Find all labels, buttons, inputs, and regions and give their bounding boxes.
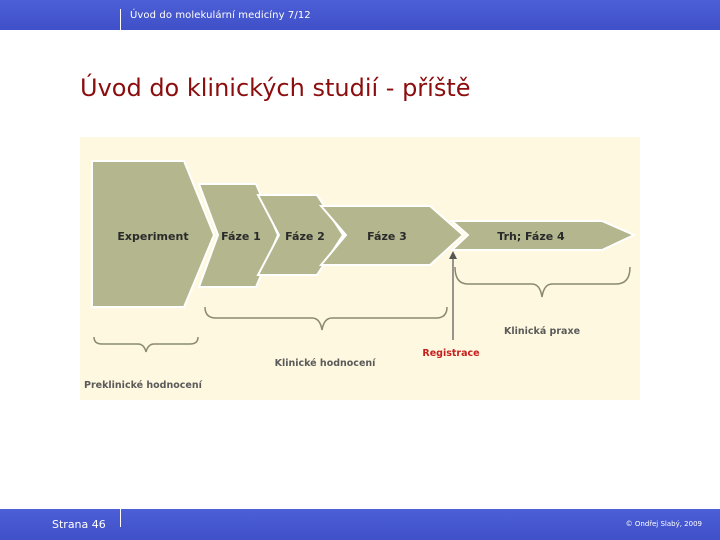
label-preclinical: Preklinické hodnocení bbox=[84, 380, 203, 391]
page-number: Strana 46 bbox=[52, 518, 106, 531]
diagram-canvas: Experiment Fáze 1 Fáze 2 Fáze 3 Trh; Fáz… bbox=[84, 160, 637, 391]
header-divider bbox=[120, 9, 121, 30]
stage-label-faze2: Fáze 2 bbox=[285, 230, 325, 243]
stage-label-experiment: Experiment bbox=[117, 230, 188, 243]
label-registration: Registrace bbox=[422, 348, 479, 359]
footer-bar: Strana 46 © Ondřej Slabý, 2009 bbox=[0, 509, 720, 540]
clinical-trials-diagram: Experiment Fáze 1 Fáze 2 Fáze 3 Trh; Fáz… bbox=[80, 137, 640, 400]
stage-label-faze4: Trh; Fáze 4 bbox=[497, 230, 565, 243]
label-clinical: Klinické hodnocení bbox=[275, 358, 377, 369]
stage-label-faze3: Fáze 3 bbox=[367, 230, 407, 243]
preclinical-bracket bbox=[93, 336, 199, 353]
copyright-notice: © Ondřej Slabý, 2009 bbox=[625, 520, 702, 528]
label-practice: Klinická praxe bbox=[504, 326, 580, 337]
practice-bracket bbox=[454, 266, 631, 298]
registration-arrowhead bbox=[449, 251, 457, 259]
clinical-bracket bbox=[204, 306, 448, 331]
slide-title: Úvod do klinických studií - příště bbox=[80, 74, 471, 102]
footer-divider bbox=[120, 509, 121, 527]
course-title: Úvod do molekulární medicíny 7/12 bbox=[130, 10, 311, 21]
stage-label-faze1: Fáze 1 bbox=[221, 230, 261, 243]
header-bar: Úvod do molekulární medicíny 7/12 bbox=[0, 0, 720, 30]
